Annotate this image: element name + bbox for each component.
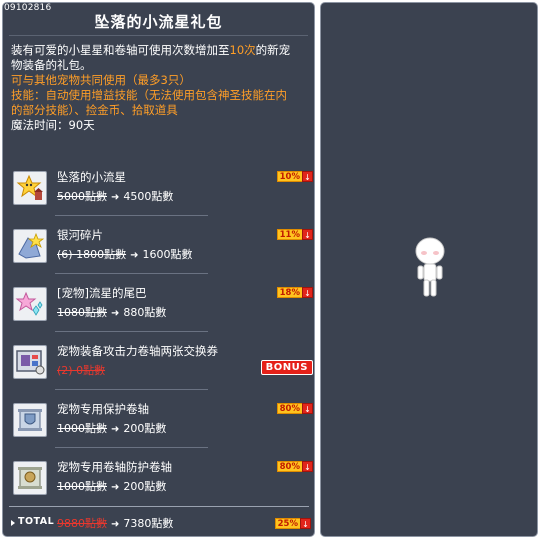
list-item[interactable]: 宠物专用卷轴防护卷轴 1000點數 ➜ 200點數 80% ↓ xyxy=(13,457,313,497)
divider xyxy=(55,215,208,216)
item-name: 坠落的小流星 xyxy=(57,170,126,184)
item-name: 宠物装备攻击力卷轴两张交换券 xyxy=(57,344,218,358)
protect-scroll-icon xyxy=(13,403,47,437)
arrow-down-icon: ↓ xyxy=(300,518,311,529)
total-row: TOTAL 9880點數 ➜ 7380點數 25% ↓ xyxy=(11,515,311,531)
divider xyxy=(55,447,208,448)
item-name: 银河碎片 xyxy=(57,228,103,242)
divider xyxy=(55,273,208,274)
title-divider xyxy=(9,35,308,36)
arrow-down-icon: ↓ xyxy=(302,403,313,414)
discount-badge: 80% ↓ xyxy=(276,461,313,472)
total-discount-badge: 25% ↓ xyxy=(274,518,311,529)
item-price: 1000點數 ➜ 200點數 xyxy=(57,422,167,435)
item-name: 宠物专用卷轴防护卷轴 xyxy=(57,460,172,474)
list-item[interactable]: 宠物装备攻击力卷轴两张交换券 (2) 0點數 BONUS xyxy=(13,341,313,381)
list-item[interactable]: 宠物专用保护卷轴 1000點數 ➜ 200點數 80% ↓ xyxy=(13,399,313,439)
preview-panel xyxy=(320,2,538,537)
list-item[interactable]: 坠落的小流星 5000點數 ➜ 4500點數 10% ↓ xyxy=(13,167,313,207)
divider xyxy=(55,331,208,332)
desc-line-4: 技能：自动使用增益技能（无法使用包含神圣技能在内 xyxy=(11,88,287,102)
item-name: [宠物]流星的尾巴 xyxy=(57,286,147,300)
package-description: 装有可爱的小星星和卷轴可使用次数增加至10次的新宠 物装备的礼包。 可与其他宠物… xyxy=(11,43,307,133)
discount-badge: 18% ↓ xyxy=(276,287,313,298)
galaxy-shard-icon xyxy=(13,229,47,263)
exchange-voucher-icon xyxy=(13,345,47,379)
package-title: 坠落的小流星礼包 xyxy=(94,13,223,31)
list-item[interactable]: [宠物]流星的尾巴 1080點數 ➜ 880點數 18% ↓ xyxy=(13,283,313,323)
star-tail-icon xyxy=(13,287,47,321)
arrow-down-icon: ↓ xyxy=(302,287,313,298)
desc-line-1: 装有可爱的小星星和卷轴可使用次数增加至10次的新宠 xyxy=(11,43,291,57)
discount-badge: 80% ↓ xyxy=(276,403,313,414)
item-price: (6) 1800點數 ➜ 1600點數 xyxy=(57,248,193,261)
arrow-down-icon: ↓ xyxy=(302,229,313,240)
divider xyxy=(55,389,208,390)
discount-badge: 11% ↓ xyxy=(276,229,313,240)
item-price: 5000點數 ➜ 4500點數 xyxy=(57,190,174,203)
desc-line-3: 可与其他宠物共同使用（最多3只） xyxy=(11,73,191,87)
item-price: 1080點數 ➜ 880點數 xyxy=(57,306,167,319)
total-label: TOTAL xyxy=(18,516,55,527)
arrow-down-icon: ↓ xyxy=(302,171,313,182)
total-price: 9880點數 ➜ 7380點數 xyxy=(57,517,174,530)
character-avatar xyxy=(411,235,449,301)
list-item[interactable]: 银河碎片 (6) 1800點數 ➜ 1600點數 11% ↓ xyxy=(13,225,313,265)
shield-scroll-icon xyxy=(13,461,47,495)
item-info-panel: 09102816 坠落的小流星礼包 装有可爱的小星星和卷轴可使用次数增加至10次… xyxy=(2,2,315,537)
desc-line-2: 物装备的礼包。 xyxy=(11,58,92,72)
star-pet-icon xyxy=(13,171,47,205)
item-name: 宠物专用保护卷轴 xyxy=(57,402,149,416)
desc-line-6: 魔法时间：90天 xyxy=(11,118,95,132)
item-price: (2) 0點數 xyxy=(57,364,106,377)
total-divider xyxy=(9,506,309,507)
triangle-right-icon xyxy=(11,520,15,526)
bonus-badge: BONUS xyxy=(260,360,313,375)
arrow-down-icon: ↓ xyxy=(302,461,313,472)
item-price: 1000點數 ➜ 200點數 xyxy=(57,480,167,493)
desc-line-5: 的部分技能）、捡金币、拾取道具 xyxy=(11,103,178,117)
discount-badge: 10% ↓ xyxy=(276,171,313,182)
